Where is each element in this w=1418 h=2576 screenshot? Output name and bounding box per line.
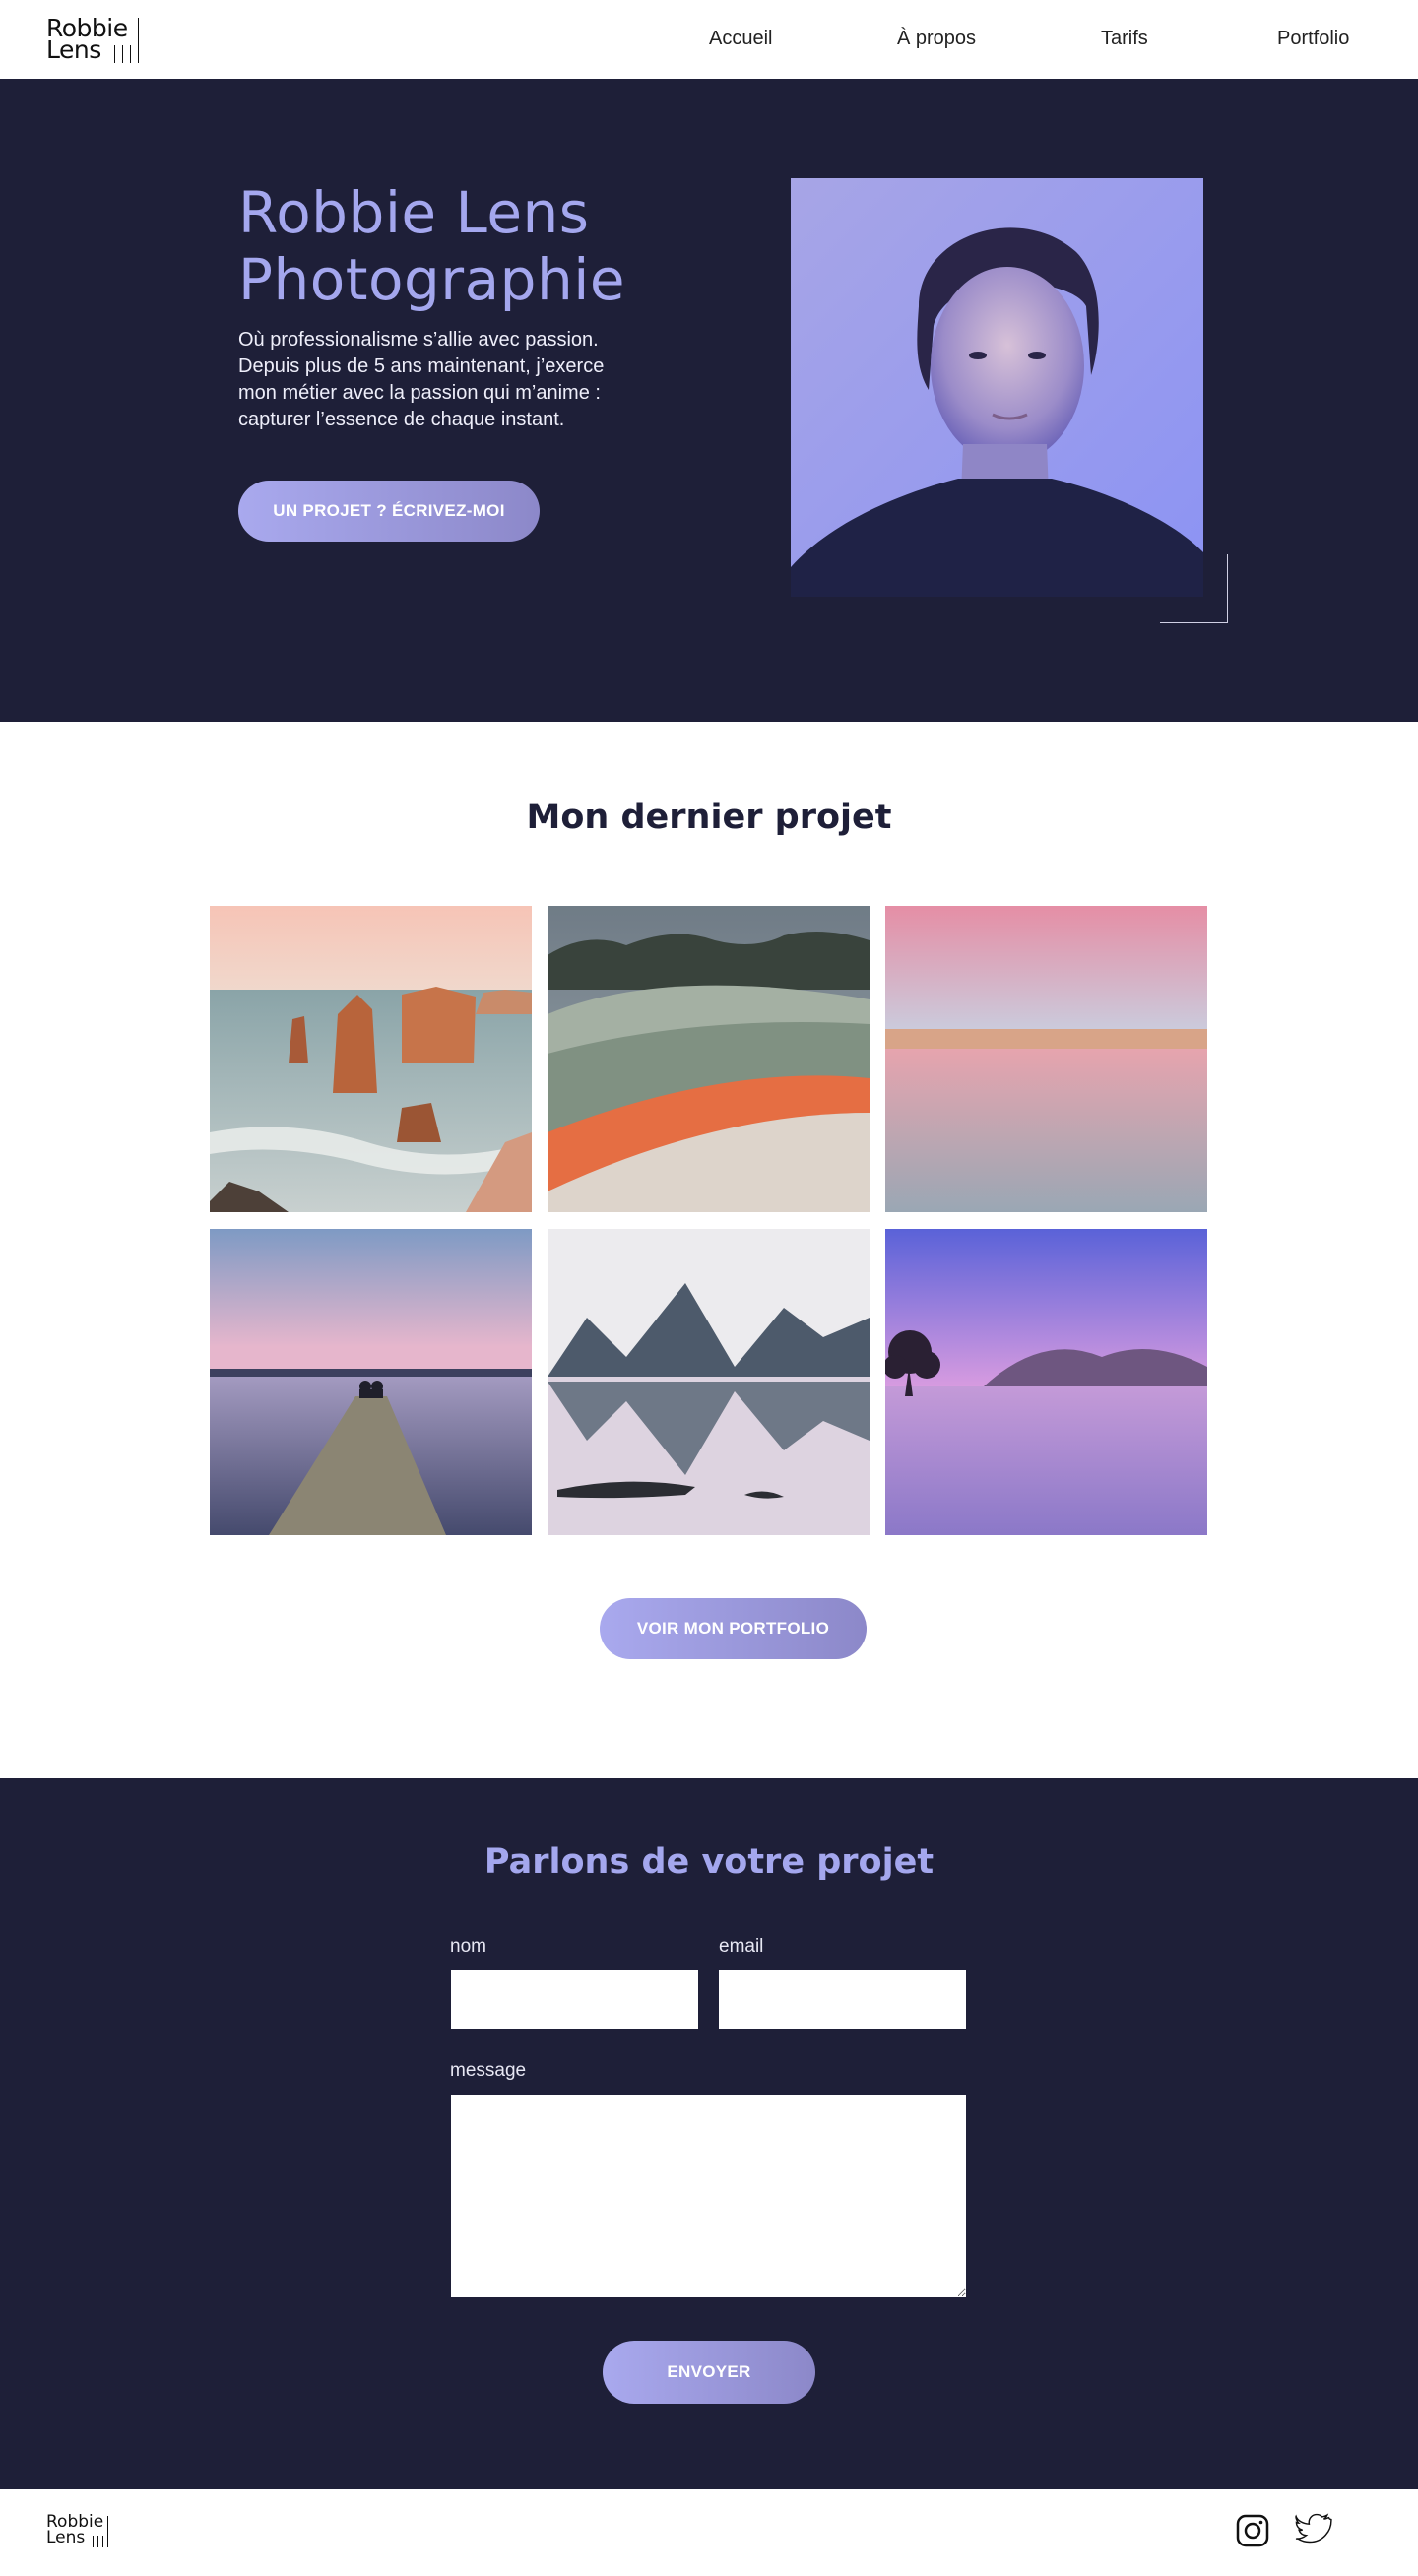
project-gallery	[210, 906, 1208, 1535]
gallery-image-lone-tree-lake[interactable]	[885, 1229, 1207, 1535]
nav-item-accueil[interactable]: Accueil	[709, 28, 772, 50]
latest-project-section: Mon dernier projet VOIR MON PORTFOLIO	[0, 722, 1418, 1778]
photo-frame-accent-vertical	[1227, 554, 1228, 623]
nav-item-portfolio[interactable]: Portfolio	[1277, 28, 1349, 50]
message-label: message	[450, 2060, 527, 2081]
contact-section: Parlons de votre projet nom email messag…	[0, 1778, 1418, 2489]
email-label: email	[719, 1936, 764, 1957]
nav-item-a-propos[interactable]: À propos	[897, 28, 976, 50]
gallery-image-wooden-pier-dusk[interactable]	[210, 1229, 532, 1535]
instagram-icon[interactable]	[1236, 2514, 1269, 2552]
gallery-image-pink-sky-lake[interactable]	[885, 906, 1207, 1212]
top-navbar: Robbie Lens Accueil À propos Tarifs Port…	[0, 0, 1418, 79]
gallery-image-coastal-rock-stacks[interactable]	[210, 906, 532, 1212]
hero-title: Robbie Lens Photographie	[238, 179, 625, 313]
footer-logo[interactable]: Robbie Lens	[46, 2514, 108, 2549]
logo-bars	[110, 16, 140, 63]
project-title: Mon dernier projet	[526, 798, 892, 837]
gallery-image-geothermal-pool[interactable]	[548, 906, 870, 1212]
logo-line-2: Lens	[46, 35, 101, 64]
footer-logo-bars	[91, 2514, 110, 2547]
footer: Robbie Lens	[0, 2489, 1418, 2576]
nav-item-tarifs[interactable]: Tarifs	[1101, 28, 1148, 50]
message-field[interactable]	[451, 2095, 966, 2297]
logo[interactable]: Robbie Lens	[46, 16, 140, 65]
hero-title-line-1: Robbie Lens	[238, 179, 590, 246]
photo-frame-accent-horizontal	[1160, 622, 1228, 623]
portrait-photo	[791, 178, 1203, 597]
contact-title: Parlons de votre projet	[483, 1842, 935, 1882]
hero-section: Robbie Lens Photographie Où professional…	[0, 79, 1418, 722]
contact-cta-button[interactable]: UN PROJET ? ÉCRIVEZ-MOI	[238, 481, 540, 542]
email-field[interactable]	[719, 1970, 966, 2029]
name-label: nom	[450, 1936, 486, 1957]
footer-logo-line-2: Lens	[46, 2528, 86, 2547]
hero-title-line-2: Photographie	[238, 246, 626, 313]
name-field[interactable]	[451, 1970, 698, 2029]
hero-description: Où professionalisme s’allie avec passion…	[238, 329, 605, 430]
gallery-image-mountain-reflection[interactable]	[548, 1229, 870, 1535]
send-button[interactable]: ENVOYER	[603, 2341, 815, 2404]
twitter-icon[interactable]	[1295, 2513, 1332, 2551]
view-portfolio-button[interactable]: VOIR MON PORTFOLIO	[600, 1598, 867, 1659]
